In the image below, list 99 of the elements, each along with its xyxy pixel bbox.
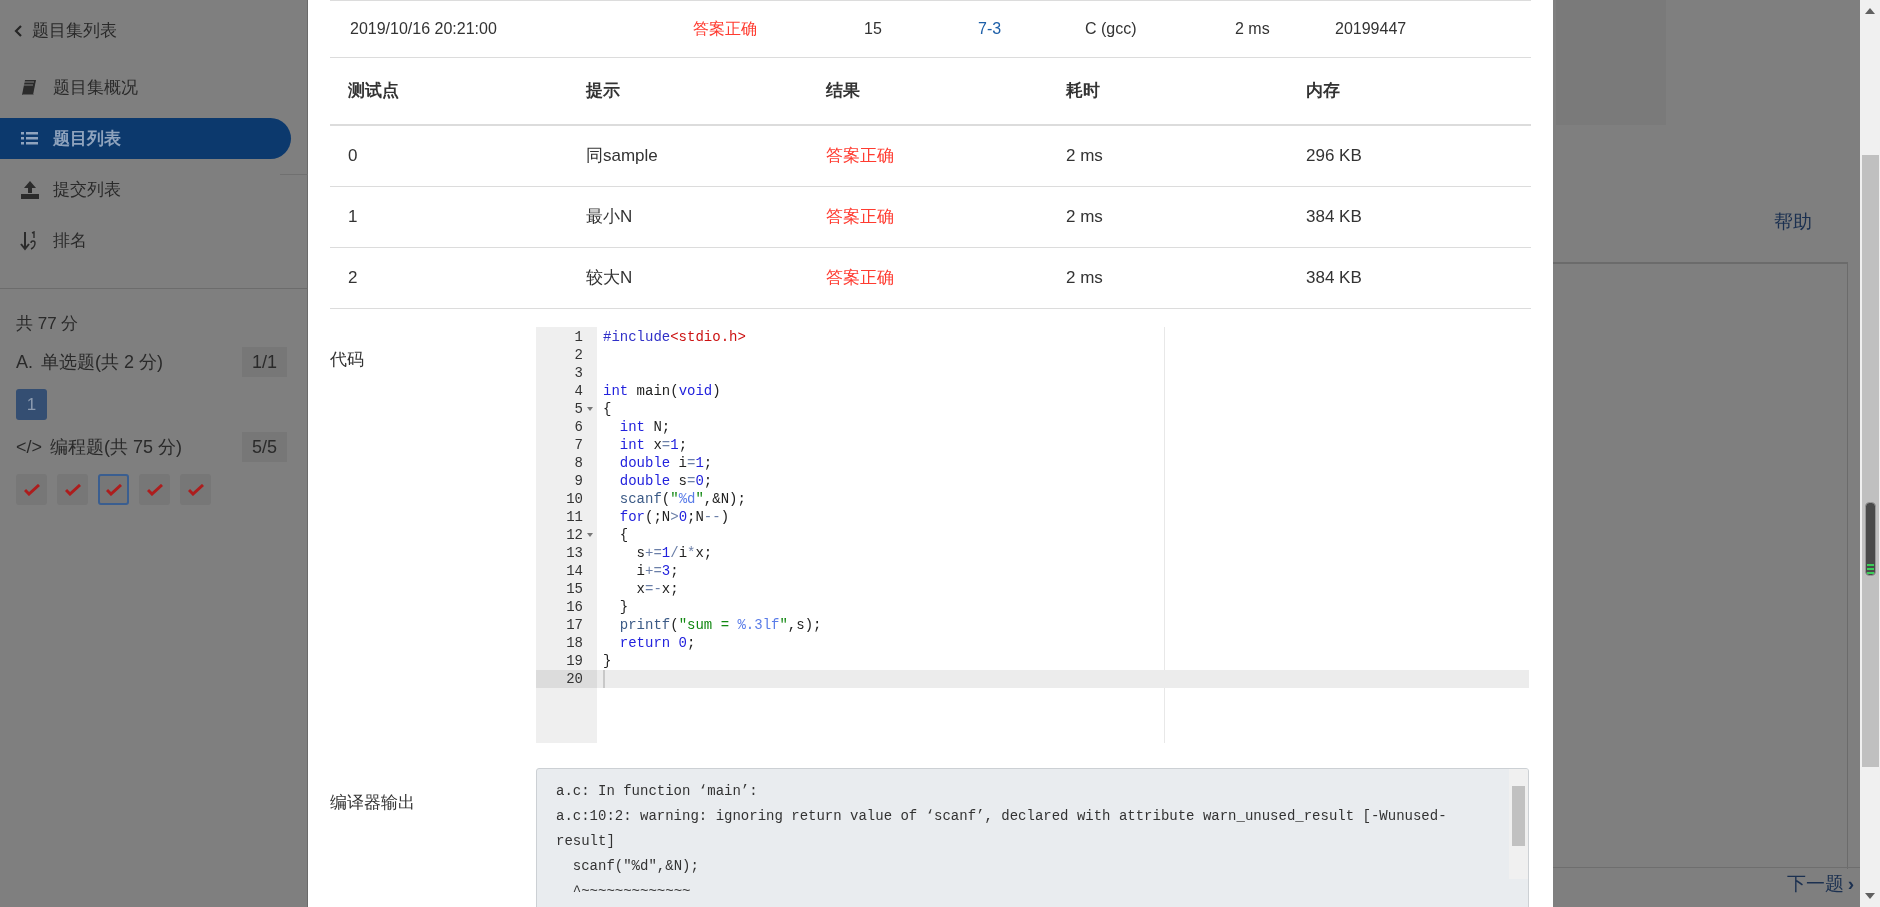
column-header: 耗时 (1066, 81, 1100, 101)
column-header: 测试点 (348, 81, 399, 101)
line-number: 17 (565, 616, 583, 634)
table-cell: 384 KB (1306, 268, 1362, 288)
line-number: 6 (573, 418, 583, 436)
code-line: int x=1; (618, 436, 688, 454)
scroll-down-icon[interactable] (1865, 893, 1875, 899)
check-icon (105, 483, 122, 496)
code-line: { (603, 400, 612, 418)
question-button[interactable]: 1 (16, 389, 47, 420)
score-value: 15 (864, 20, 882, 37)
section-title: 单选题(共 2 分) (41, 350, 164, 374)
progress-count: 5/5 (241, 432, 287, 462)
code-line: double s=0; (618, 472, 713, 490)
check-icon (146, 483, 163, 496)
line-number: 14 (565, 562, 583, 580)
time-used: 2 ms (1235, 20, 1270, 37)
line-number: 9 (573, 472, 583, 490)
nav-item[interactable]: 提交列表 (0, 169, 291, 210)
table-cell: 0 (348, 146, 358, 166)
code-line: int main(void) (603, 382, 721, 400)
table-cell: 最小N (586, 207, 633, 227)
table-cell: 答案正确 (826, 207, 894, 227)
line-number: 13 (565, 544, 583, 562)
output-line: ^~~~~~~~~~~~~~ (571, 882, 692, 901)
code-line: } (603, 652, 612, 670)
code-line: scanf("%d",&N); (618, 490, 746, 508)
table-cell: 答案正确 (826, 146, 894, 166)
code-line: i+=3; (635, 562, 679, 580)
section-label: 代码 (330, 349, 365, 371)
table-cell: 2 ms (1066, 268, 1103, 288)
column-header: 内存 (1306, 81, 1340, 101)
line-number: 18 (565, 634, 583, 652)
code-line: return 0; (618, 634, 696, 652)
scroll-grip-icon[interactable] (1865, 502, 1876, 576)
check-icon (187, 483, 204, 496)
section-marker: A. (16, 350, 33, 374)
line-number: 12 (565, 526, 583, 544)
section-marker: </> (16, 435, 43, 459)
table-cell: 答案正确 (826, 268, 894, 288)
code-line: } (618, 598, 629, 616)
help-link[interactable]: 帮助 (1774, 208, 1812, 237)
line-number: 16 (565, 598, 583, 616)
code-line: double i=1; (618, 454, 713, 472)
compiler-name: C (gcc) (1085, 20, 1137, 37)
line-number: 3 (573, 364, 583, 382)
line-number: 10 (565, 490, 583, 508)
page-scrollbar[interactable] (1860, 0, 1880, 907)
line-number: 4 (573, 382, 583, 400)
line-number: 15 (565, 580, 583, 598)
code-line: x=-x; (635, 580, 679, 598)
result-text: 答案正确 (693, 20, 757, 37)
line-number: 1 (573, 328, 583, 346)
table-cell: 较大N (586, 268, 633, 288)
check-icon (64, 483, 81, 496)
problem-link[interactable]: 7-3 (978, 20, 1002, 37)
line-number: 2 (573, 346, 583, 364)
fold-arrow-icon[interactable] (587, 407, 593, 411)
output-line: scanf("%d",&N); (571, 857, 700, 876)
score-total: 共 77 分 (16, 313, 80, 335)
nav-item[interactable]: 题目集概况 (0, 67, 291, 108)
upload-icon (20, 179, 40, 200)
line-number: 19 (565, 652, 583, 670)
user-id: 20199447 (1335, 20, 1407, 37)
next-question-link[interactable]: 下一题 › (1786, 870, 1854, 899)
line-number: 5 (573, 400, 583, 418)
table-cell: 2 ms (1066, 207, 1103, 227)
back-link[interactable]: 题目集列表 (0, 12, 307, 50)
table-cell: 1 (348, 207, 358, 227)
text-cursor (603, 670, 605, 688)
fold-arrow-icon[interactable] (587, 533, 593, 537)
line-number: 11 (565, 508, 583, 526)
submit-time: 2019/10/16 20:21:00 (350, 20, 497, 37)
output-line: a.c: In function ‘main’: (556, 782, 759, 801)
check-icon (23, 483, 40, 496)
code-line: int N; (618, 418, 671, 436)
section-label: 编译器输出 (330, 792, 416, 814)
table-cell: 同sample (586, 146, 658, 166)
column-header: 提示 (586, 81, 620, 101)
code-line: s+=1/i*x; (635, 544, 713, 562)
table-cell: 2 ms (1066, 146, 1103, 166)
scroll-up-icon[interactable] (1865, 8, 1875, 14)
chevron-left-icon (14, 25, 22, 37)
code-line: #include<stdio.h> (603, 328, 746, 346)
code-line: { (618, 526, 629, 544)
code-line: for(;N>0;N--) (618, 508, 730, 526)
section-title: 编程题(共 75 分) (50, 435, 183, 459)
nav-item[interactable]: 题目列表 (0, 118, 291, 159)
line-number: 7 (573, 436, 583, 454)
chevron-right-icon: › (1847, 870, 1854, 899)
table-cell: 384 KB (1306, 207, 1362, 227)
column-header: 结果 (826, 81, 860, 101)
nav-item[interactable]: 排名 (0, 220, 291, 261)
progress-count: 1/1 (241, 347, 287, 377)
scrollbar[interactable] (1509, 769, 1528, 879)
line-number: 8 (573, 454, 583, 472)
table-cell: 296 KB (1306, 146, 1362, 166)
code-line: printf("sum = %.3lf",s); (618, 616, 822, 634)
table-cell: 2 (348, 268, 358, 288)
